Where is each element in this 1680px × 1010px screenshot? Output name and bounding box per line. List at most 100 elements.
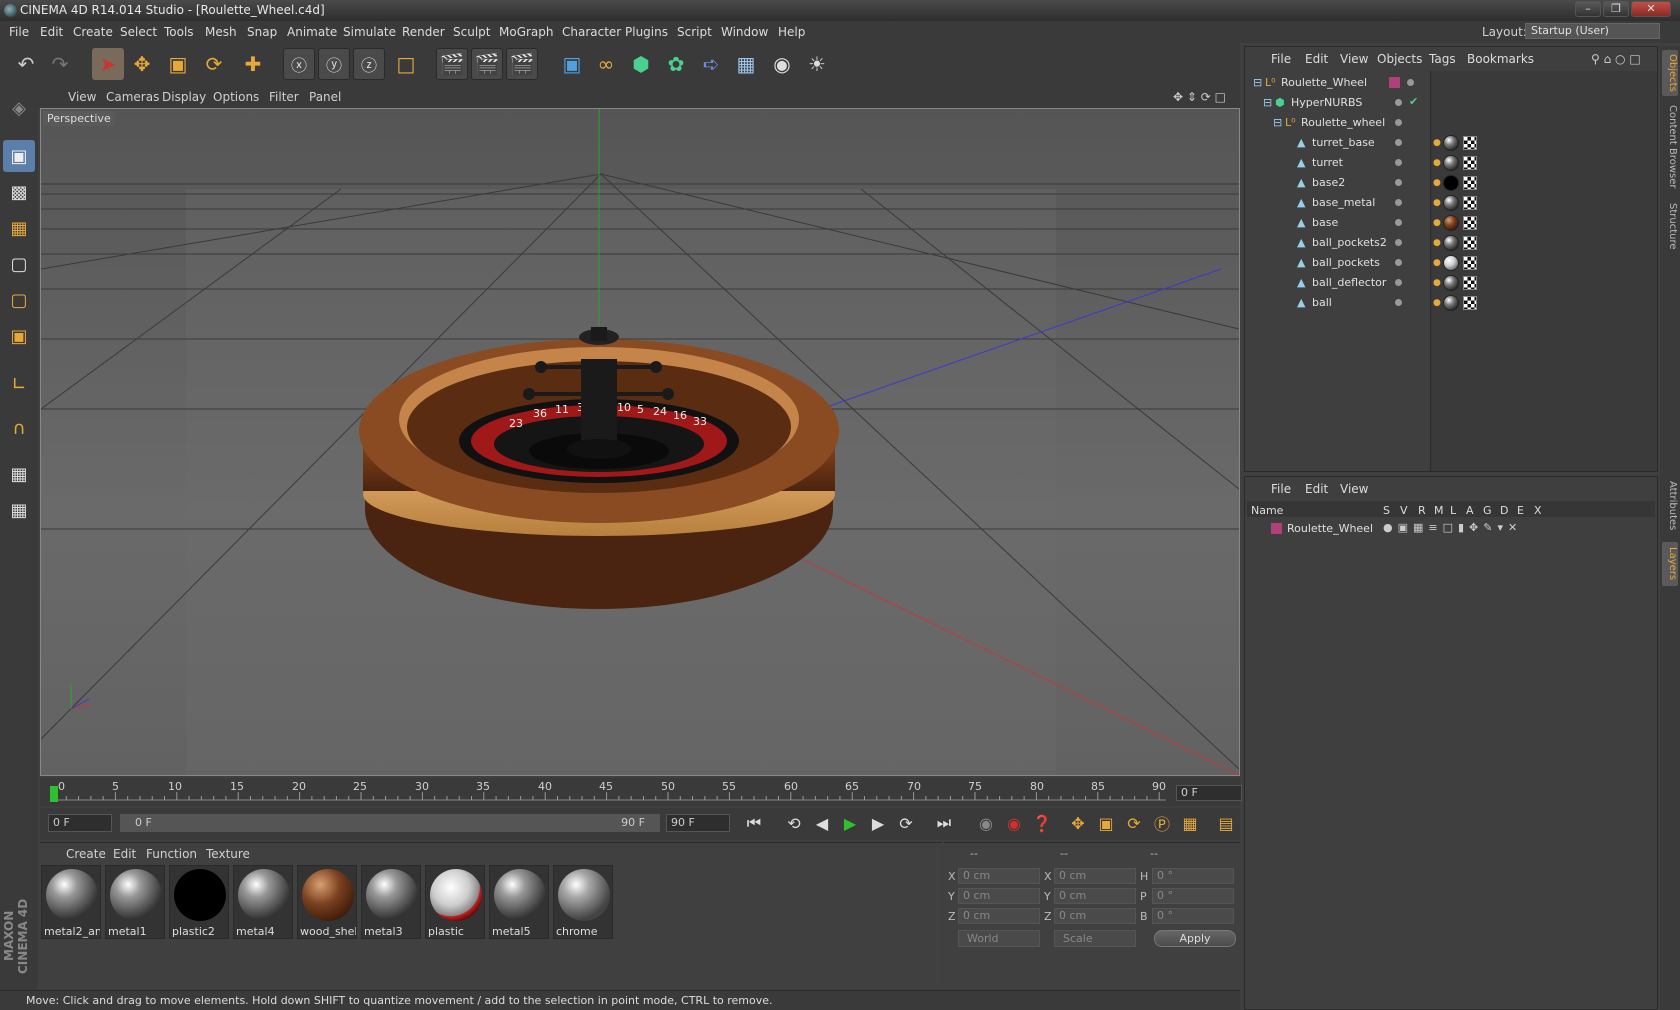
object-row[interactable]: ▲ turret_base ● [1245,133,1657,153]
enabled-check-icon[interactable]: ✔ [1409,95,1418,108]
visibility-dot[interactable] [1395,279,1402,286]
visibility-dot[interactable] [1407,79,1414,86]
material-menu-function[interactable]: Function [146,847,197,861]
model-mode-icon[interactable]: ▣ [3,140,35,172]
cube-icon[interactable]: ▣ [556,48,588,80]
material-tag-icon[interactable] [1443,235,1459,251]
material-tag-icon[interactable] [1443,295,1459,311]
live-select-icon[interactable]: ➤ [92,48,124,80]
size-mode-select[interactable]: Scale [1054,930,1136,947]
tab-structure[interactable]: Structure [1662,198,1678,254]
objects-search-icon[interactable]: ⚲ ⌂ ○ □ [1591,52,1641,66]
expand-icon[interactable]: ⊟ [1263,96,1272,109]
objects-menu-bookmarks[interactable]: Bookmarks [1467,52,1534,66]
current-frame-field[interactable]: 0 F [1176,785,1242,801]
workplane-mode-icon[interactable]: ▦ [3,212,35,244]
size-y-field[interactable]: 0 cm [1054,888,1136,904]
uvw-tag-icon[interactable] [1463,176,1477,190]
move-icon[interactable]: ✥ [126,48,158,80]
object-row[interactable]: ▲ ball_pockets ● [1245,253,1657,273]
tab-attributes[interactable]: Attributes [1662,476,1678,536]
z-axis-icon[interactable]: ⓩ [353,48,385,80]
layers-header-l[interactable]: L [1450,504,1456,517]
layers-header-d[interactable]: D [1500,504,1508,517]
layers-menu-edit[interactable]: Edit [1305,482,1328,496]
menu-edit[interactable]: Edit [40,25,63,39]
viewport-menu-view[interactable]: View [68,90,96,104]
uvw-tag-icon[interactable] [1463,296,1477,310]
start-frame-field[interactable]: 0 F [48,814,112,832]
visibility-dot[interactable] [1395,159,1402,166]
phong-tag-icon[interactable]: ● [1433,238,1441,248]
object-row[interactable]: ⊟ ⬢ HyperNURBS ✔ [1245,93,1657,113]
uvw-tag-icon[interactable] [1463,156,1477,170]
render-settings-icon[interactable]: 🎬 [506,48,538,80]
make-editable-icon[interactable]: ◈ [3,92,35,124]
phong-tag-icon[interactable]: ● [1433,278,1441,288]
key-pla-icon[interactable]: ▦ [1176,810,1204,836]
position-x-field[interactable]: 0 cm [958,868,1040,884]
visibility-dot[interactable] [1395,179,1402,186]
minimize-button[interactable]: – [1575,1,1601,17]
position-y-field[interactable]: 0 cm [958,888,1040,904]
layers-header-g[interactable]: G [1483,504,1492,517]
viewport-menu-filter[interactable]: Filter [269,90,299,104]
menu-mesh[interactable]: Mesh [205,25,237,39]
objects-menu-view[interactable]: View [1340,52,1368,66]
rotate-icon[interactable]: ⟳ [198,48,230,80]
phong-tag-icon[interactable]: ● [1433,138,1441,148]
object-row[interactable]: ⊟ L⁰ Roulette_wheel [1245,113,1657,133]
points-mode-icon[interactable]: ▢ [3,248,35,280]
menu-sculpt[interactable]: Sculpt [453,25,490,39]
camera-icon[interactable]: ◉ [766,48,798,80]
tab-objects[interactable]: Objects [1662,50,1678,96]
key-rotation-icon[interactable]: ⟳ [1120,810,1148,836]
uvw-tag-icon[interactable] [1463,196,1477,210]
edges-mode-icon[interactable]: ▢ [3,284,35,316]
light-icon[interactable]: ☀ [801,48,833,80]
object-row[interactable]: ⊟ L⁰ Roulette_Wheel [1245,73,1657,93]
range-slider[interactable]: 0 F 90 F [120,814,660,832]
menu-animate[interactable]: Animate [287,25,337,39]
menu-character[interactable]: Character [562,25,621,39]
material-swatch[interactable]: metal4 [233,865,293,939]
material-menu-create[interactable]: Create [66,847,106,861]
workplane-lock-icon[interactable]: ▦ [3,458,35,490]
deformer-icon[interactable]: ➪ [695,48,727,80]
apply-button[interactable]: Apply [1154,930,1236,947]
layers-header-m[interactable]: M [1434,504,1444,517]
visibility-dot[interactable] [1395,239,1402,246]
key-position-icon[interactable]: ✥ [1064,810,1092,836]
previous-frame-icon[interactable]: ◀ [808,810,836,836]
layer-flag-icons[interactable]: ●▣▦≡□▮✥✎▾✕ [1383,521,1522,534]
menu-simulate[interactable]: Simulate [343,25,396,39]
uvw-tag-icon[interactable] [1463,256,1477,270]
object-row[interactable]: ▲ ball ● [1245,293,1657,313]
end-frame-field[interactable]: 90 F [666,814,730,832]
autokey-icon[interactable]: ◉ [1000,810,1028,836]
size-z-field[interactable]: 0 cm [1054,908,1136,924]
play-icon[interactable]: ▶ [836,810,864,836]
visibility-dot[interactable] [1395,119,1402,126]
floor-icon[interactable]: ▦ [730,48,762,80]
material-tag-icon[interactable] [1443,135,1459,151]
layer-row[interactable]: Roulette_Wheel ●▣▦≡□▮✥✎▾✕ [1245,519,1657,539]
layers-header-s[interactable]: S [1383,504,1390,517]
redo-icon[interactable]: ↷ [44,48,76,80]
menu-window[interactable]: Window [721,25,768,39]
next-frame-icon[interactable]: ▶ [864,810,892,836]
menu-help[interactable]: Help [778,25,805,39]
object-row[interactable]: ▲ ball_deflector ● [1245,273,1657,293]
objects-menu-objects[interactable]: Objects [1377,52,1422,66]
viewport-menu-cameras[interactable]: Cameras [106,90,159,104]
material-swatch[interactable]: plastic2 [169,865,229,939]
objects-menu-file[interactable]: File [1271,52,1291,66]
spline-icon[interactable]: ∞ [590,48,622,80]
phong-tag-icon[interactable]: ● [1433,178,1441,188]
layers-header-v[interactable]: V [1400,504,1408,517]
uvw-tag-icon[interactable] [1463,216,1477,230]
object-row[interactable]: ▲ turret ● [1245,153,1657,173]
material-menu-texture[interactable]: Texture [206,847,250,861]
layers-header-r[interactable]: R [1418,504,1426,517]
phong-tag-icon[interactable]: ● [1433,298,1441,308]
